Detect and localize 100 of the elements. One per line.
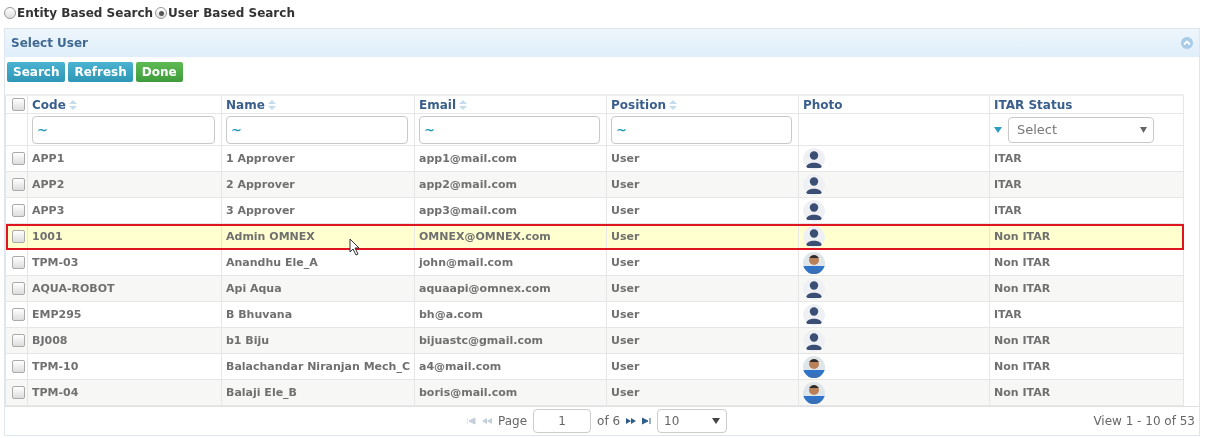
table-row[interactable]: BJ008 b1 Biju bijuastc@gmail.com User Non ITAR [5,327,1184,354]
radio-button[interactable] [4,7,16,19]
previous-page-icon[interactable] [482,417,492,425]
sort-icon[interactable] [668,100,677,110]
filter-field[interactable]: ~ [32,115,215,144]
table-cell: User [611,334,640,347]
table-cell: User [611,204,640,217]
table-cell: a4@mail.com [419,360,502,373]
table-cell: bijuastc@gmail.com [419,334,543,347]
page-size-dropdown[interactable]: 10 [657,409,728,433]
table-row[interactable]: TPM-10 Balachandar Niranjan Mech_C a4@mail.com User Non ITAR [5,353,1184,380]
column-header[interactable]: Name [226,97,265,112]
sort-icon[interactable] [68,100,77,110]
table-cell: Non ITAR [994,386,1051,399]
filter-dropdown[interactable]: Select [1008,116,1154,143]
table-cell: User [611,178,640,191]
filter-field[interactable]: ~ [611,115,792,144]
table-row[interactable]: AQUA-ROBOT Api Aqua aquaapi@omnex.com User Non ITAR [5,275,1184,302]
table-cell: EMP295 [32,308,82,321]
table-cell: User [611,282,640,295]
caret-icon [1140,126,1147,133]
avatar-icon [803,147,825,170]
row-checkbox[interactable] [12,230,25,243]
table-cell: User [611,256,640,269]
table-cell: bh@a.com [419,308,483,321]
avatar-icon [803,303,825,326]
table-cell: app3@mail.com [419,204,517,217]
table-cell: User [611,230,640,243]
row-checkbox[interactable] [12,360,25,373]
first-page-icon[interactable] [467,417,476,425]
table-cell: Non ITAR [994,256,1051,269]
record-count: View 1 - 10 of 53 [1093,414,1195,428]
table-cell: TPM-03 [32,256,79,269]
row-checkbox[interactable] [12,308,25,321]
collapse-icon[interactable] [1181,37,1193,49]
column-header[interactable]: Photo [803,97,843,112]
table-cell: BJ008 [32,334,68,347]
avatar-icon [803,199,825,222]
page-field[interactable]: 1 [533,409,592,433]
table-cell: 3 Approver [226,204,295,217]
table-row[interactable]: APP1 1 Approver app1@mail.com User ITAR [5,145,1184,172]
avatar-icon [803,225,825,248]
row-checkbox[interactable] [12,282,25,295]
table-cell: app2@mail.com [419,178,517,191]
row-checkbox[interactable] [12,386,25,399]
avatar-icon [803,173,825,196]
next-page-icon[interactable] [626,417,637,425]
table-cell: ITAR [994,308,1022,321]
table-cell: b1 Biju [226,334,270,347]
mouse-pointer-icon [349,238,361,256]
table-cell: OMNEX@OMNEX.com [419,230,551,243]
table-cell: 1001 [32,230,63,243]
row-checkbox[interactable] [12,256,25,269]
row-checkbox[interactable] [12,152,25,165]
table-cell: User [611,152,640,165]
caret-icon [712,418,721,424]
table-cell: app1@mail.com [419,152,517,165]
avatar-icon [803,329,825,352]
filter-field[interactable]: ~ [226,115,408,144]
table-cell: Anandhu Ele_A [226,256,318,269]
table-cell: B Bhuvana [226,308,293,321]
table-cell: boris@mail.com [419,386,518,399]
table-row[interactable]: TPM-03 Anandhu Ele_A john@mail.com User Non ITAR [5,249,1184,276]
filter-icon [994,126,1002,133]
toolbar-button[interactable]: Search [7,62,66,82]
row-checkbox[interactable] [12,334,25,347]
sort-icon[interactable] [267,100,276,110]
column-header[interactable]: Email [419,97,457,112]
toolbar-button[interactable]: Refresh [68,62,133,82]
table-row[interactable]: APP2 2 Approver app2@mail.com User ITAR [5,171,1184,198]
table-cell: Admin OMNEX [226,230,315,243]
table-row[interactable]: TPM-04 Balaji Ele_B boris@mail.com User Non ITAR [5,379,1184,406]
table-cell: TPM-04 [32,386,79,399]
table-row[interactable]: APP3 3 Approver app3@mail.com User ITAR [5,197,1184,224]
table-row[interactable]: EMP295 B Bhuvana bh@a.com User ITAR [5,301,1184,328]
filter-field[interactable]: ~ [419,115,600,144]
radio-label[interactable]: Entity Based Search [17,6,154,20]
last-page-icon[interactable] [642,417,652,425]
table-cell: APP1 [32,152,65,165]
table-cell: User [611,308,640,321]
radio-label[interactable]: User Based Search [168,6,295,20]
table-row[interactable]: 1001 Admin OMNEX OMNEX@OMNEX.com User Non ITAR [5,223,1184,250]
table-cell: APP3 [32,204,65,217]
row-checkbox[interactable] [12,178,25,191]
radio-button[interactable] [155,7,168,19]
sort-icon[interactable] [459,100,468,110]
table-cell: ITAR [994,178,1022,191]
column-header[interactable]: Code [32,97,66,112]
table-cell: Balaji Ele_B [226,386,297,399]
table-cell: ITAR [994,152,1022,165]
toolbar-button[interactable]: Done [135,62,183,82]
table-cell: APP2 [32,178,65,191]
table-cell: john@mail.com [419,256,514,269]
row-checkbox[interactable] [12,204,25,217]
table-cell: ITAR [994,204,1022,217]
select-all-checkbox[interactable] [12,98,25,111]
page-count: of 6 [597,414,621,428]
table-cell: Non ITAR [994,334,1051,347]
page-label: Page [498,414,528,428]
table-cell: AQUA-ROBOT [32,282,115,295]
